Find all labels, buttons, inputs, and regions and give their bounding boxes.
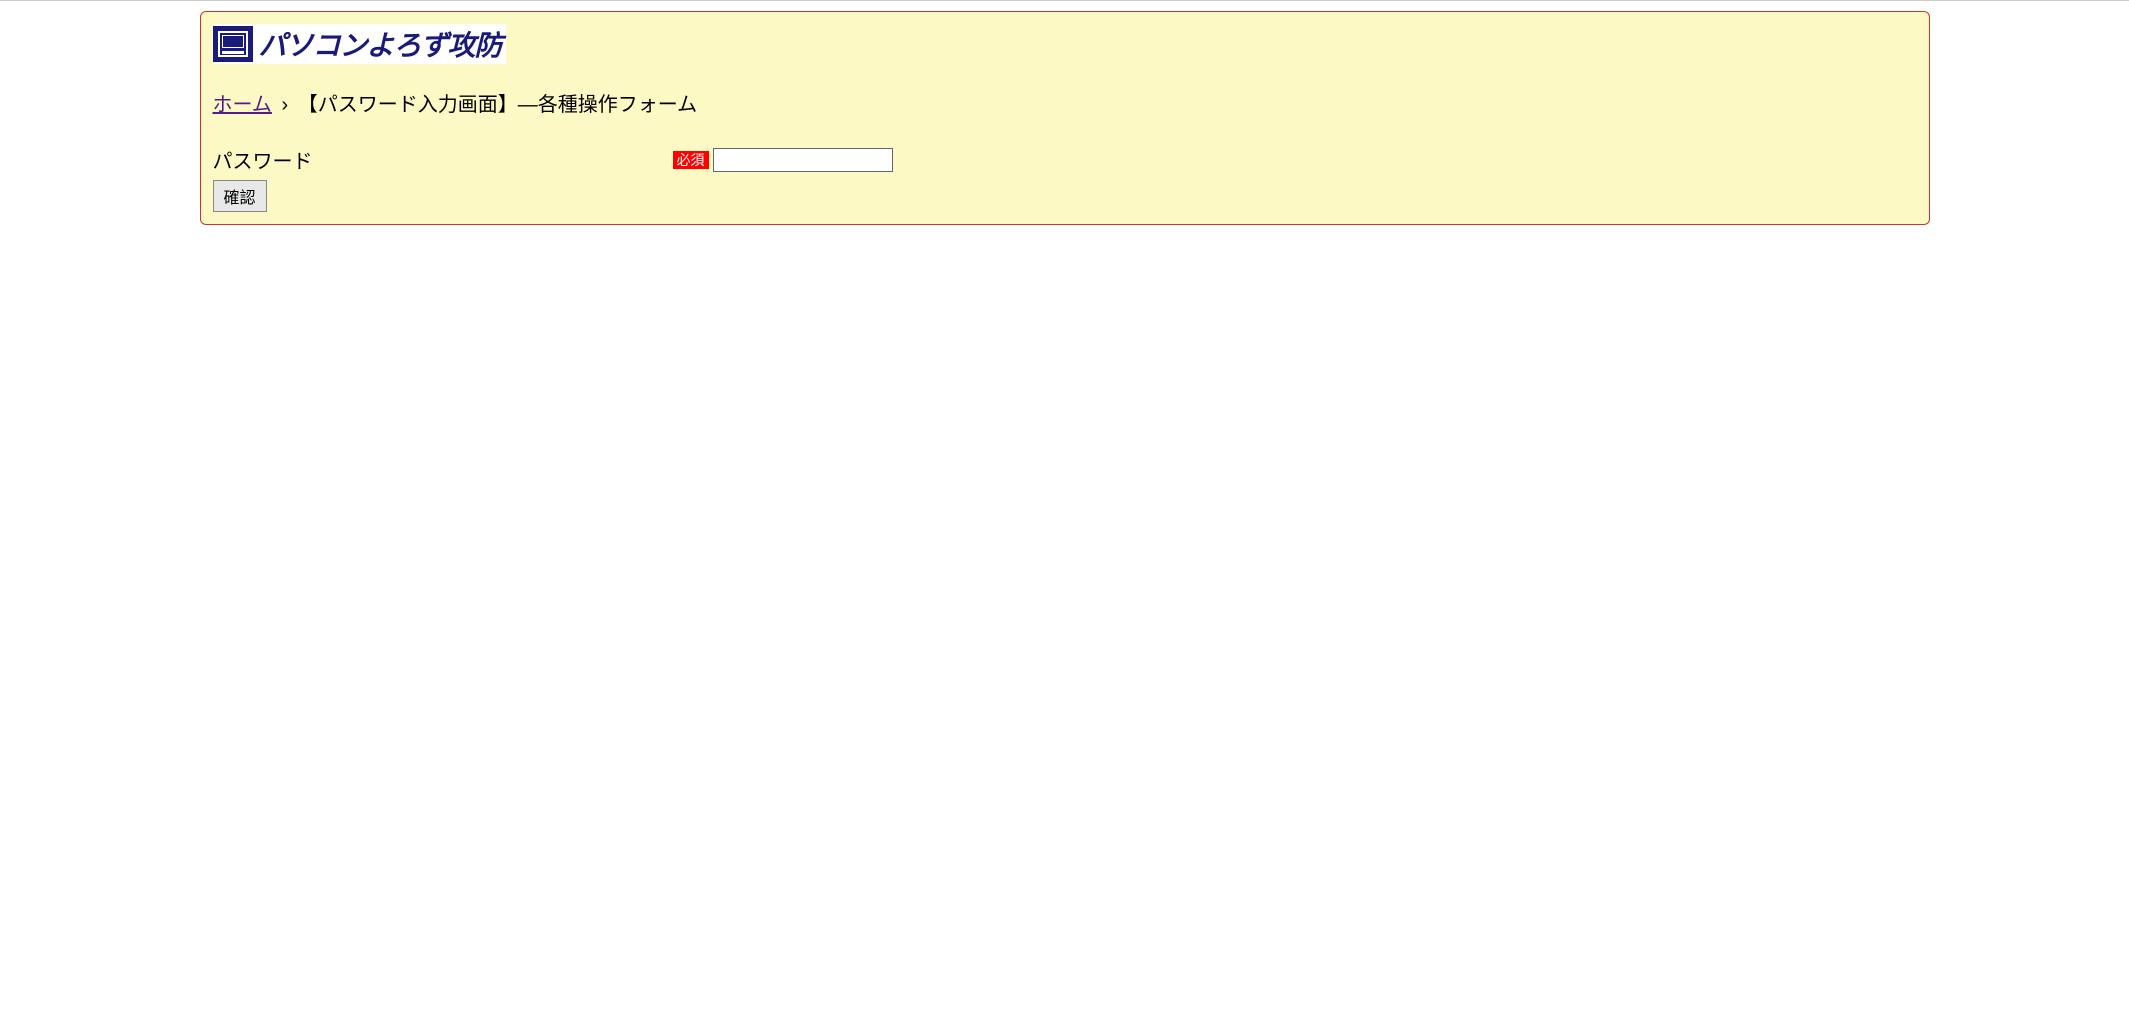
password-row: パスワード 必須	[213, 145, 1917, 174]
breadcrumb-home-link[interactable]: ホーム	[213, 94, 272, 116]
breadcrumb-separator: ›	[281, 94, 288, 116]
password-input[interactable]	[713, 148, 893, 172]
required-badge: 必須	[673, 151, 709, 169]
computer-icon	[213, 26, 253, 62]
breadcrumb: ホーム › 【パスワード入力画面】―各種操作フォーム	[213, 88, 1917, 117]
logo-text: パソコンよろず攻防	[259, 24, 502, 64]
logo-bar: パソコンよろず攻防	[213, 24, 506, 64]
password-label: パスワード	[213, 145, 673, 174]
confirm-button[interactable]: 確認	[213, 180, 267, 212]
main-panel: パソコンよろず攻防 ホーム › 【パスワード入力画面】―各種操作フォーム パスワ…	[200, 11, 1930, 225]
breadcrumb-current: 【パスワード入力画面】―各種操作フォーム	[298, 94, 697, 116]
